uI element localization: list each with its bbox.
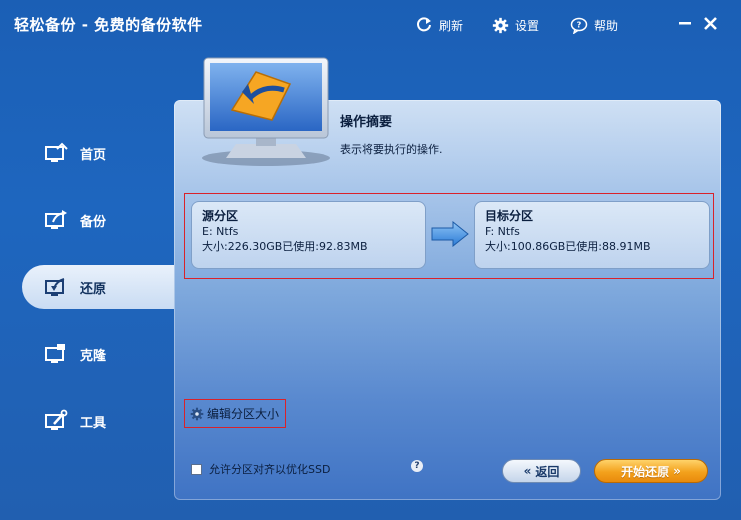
backup-monitor-icon (45, 210, 67, 229)
restore-monitor-illustration (202, 57, 330, 166)
back-button-label: 返回 (535, 464, 560, 479)
chevron-left-icon: « (523, 464, 532, 478)
settings-label: 设置 (515, 18, 540, 33)
minimize-button[interactable] (676, 14, 694, 32)
sidebar-item-label: 首页 (80, 147, 107, 163)
gear-icon (190, 407, 204, 420)
help-question-icon[interactable]: ? (411, 460, 423, 472)
edit-partition-size-label: 编辑分区大小 (207, 407, 280, 421)
close-button[interactable] (701, 14, 719, 32)
right-arrow-icon (431, 221, 469, 247)
source-partition-title: 源分区 (202, 209, 239, 223)
edit-partition-size-link[interactable]: 编辑分区大小 (190, 405, 279, 422)
sidebar-item-restore[interactable]: 还原 (22, 265, 174, 309)
home-monitor-icon (45, 142, 68, 162)
chevron-right-icon: » (673, 464, 681, 478)
restore-monitor-icon (45, 278, 65, 296)
target-partition-box: 目标分区 F: Ntfs 大小:100.86GB已使用:88.91MB (474, 201, 710, 269)
refresh-button[interactable]: 刷新 (415, 15, 463, 35)
refresh-label: 刷新 (439, 18, 464, 33)
sidebar-item-label: 备份 (80, 214, 107, 230)
clone-monitor-icon (45, 344, 65, 363)
sidebar-item-clone[interactable]: 克隆 (22, 332, 182, 376)
tools-monitor-icon (45, 409, 68, 430)
target-partition-size: 大小:100.86GB已使用:88.91MB (485, 240, 651, 253)
target-partition-title: 目标分区 (485, 209, 534, 223)
sidebar-item-home[interactable]: 首页 (22, 131, 182, 175)
back-button[interactable]: « 返回 (502, 459, 581, 483)
ssd-align-checkbox[interactable] (191, 463, 202, 475)
app-title: 轻松备份 - 免费的备份软件 (14, 16, 203, 34)
ssd-align-label: 允许分区对齐以优化SSD (209, 463, 331, 476)
sidebar-item-backup[interactable]: 备份 (22, 198, 182, 242)
refresh-icon (417, 17, 431, 32)
sidebar-item-label: 克隆 (80, 348, 107, 364)
start-restore-button[interactable]: 开始还原 » (594, 459, 708, 483)
gear-icon (492, 17, 509, 33)
page-subtitle: 表示将要执行的操作. (340, 143, 443, 156)
source-partition-box: 源分区 E: Ntfs 大小:226.30GB已使用:92.83MB (191, 201, 426, 269)
minimize-icon (679, 22, 691, 25)
sidebar-item-tools[interactable]: 工具 (22, 399, 182, 443)
start-restore-label: 开始还原 (621, 464, 670, 479)
chat-help-icon: ? (570, 17, 588, 34)
help-label: 帮助 (594, 18, 619, 33)
target-partition-fs: F: Ntfs (485, 225, 520, 238)
source-partition-size: 大小:226.30GB已使用:92.83MB (202, 240, 368, 253)
close-icon (703, 16, 717, 30)
ssd-align-option: 允许分区对齐以优化SSD (191, 461, 330, 477)
title-bar: 轻松备份 - 免费的备份软件 刷新 设置 ? 帮助 (0, 0, 741, 50)
page-title: 操作摘要 (340, 115, 393, 130)
sidebar-item-label: 还原 (80, 281, 107, 297)
sidebar-item-label: 工具 (80, 415, 107, 431)
svg-text:?: ? (577, 20, 582, 29)
help-button[interactable]: ? 帮助 (570, 15, 618, 35)
source-partition-fs: E: Ntfs (202, 225, 239, 238)
settings-button[interactable]: 设置 (492, 15, 539, 35)
